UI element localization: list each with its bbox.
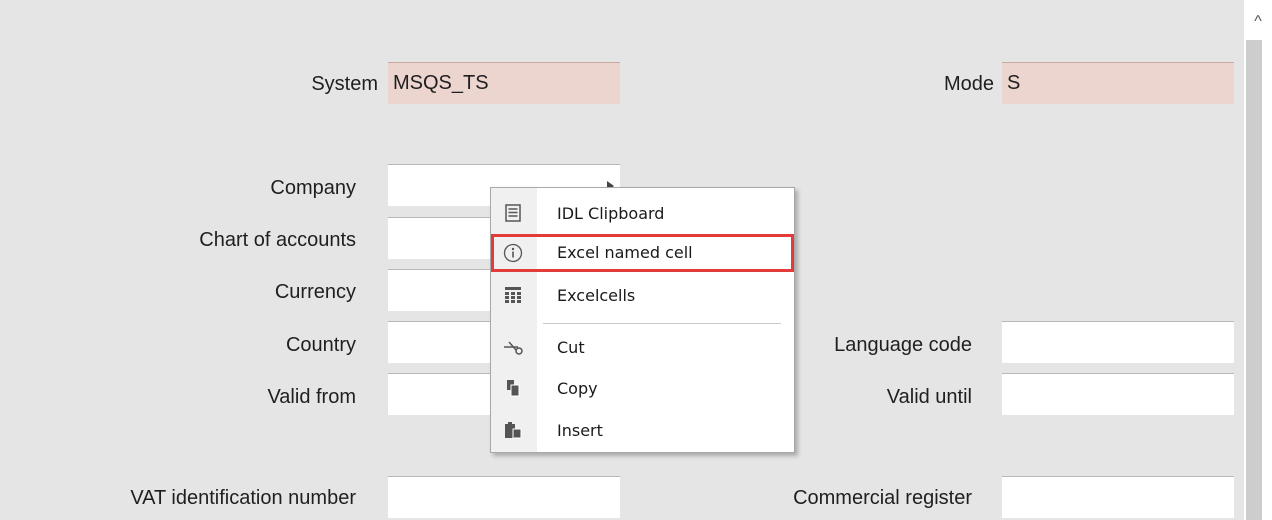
language-code-label: Language code (834, 334, 972, 356)
language-code-field[interactable] (1002, 321, 1234, 363)
menu-item-label: IDL Clipboard (557, 204, 665, 223)
menu-item-cut[interactable]: Cut (491, 329, 794, 367)
scroll-up-icon[interactable]: ^ (1244, 8, 1272, 36)
menu-item-excelcells[interactable]: Excelcells (491, 277, 794, 315)
valid-from-label: Valid from (267, 386, 356, 408)
vertical-scrollbar[interactable]: ^ (1244, 0, 1272, 520)
menu-separator (543, 323, 781, 324)
list-icon (503, 204, 523, 224)
chart-of-accounts-label: Chart of accounts (199, 229, 356, 251)
valid-until-label: Valid until (886, 386, 972, 408)
menu-item-idl-clipboard[interactable]: IDL Clipboard (491, 195, 794, 233)
company-label: Company (270, 177, 356, 199)
vat-id-label: VAT identification number (130, 487, 356, 509)
system-label: System (311, 73, 378, 95)
menu-item-label: Excelcells (557, 286, 636, 305)
menu-item-insert[interactable]: Insert (491, 412, 794, 450)
currency-label: Currency (274, 281, 356, 303)
menu-item-label: Cut (557, 338, 585, 357)
commercial-register-label: Commercial register (793, 487, 972, 509)
mode-label: Mode (943, 73, 994, 95)
context-menu: IDL Clipboard Excel named cell Excelcell… (490, 187, 795, 453)
vat-id-field[interactable] (388, 476, 620, 518)
menu-item-label: Copy (557, 379, 598, 398)
info-icon (503, 243, 523, 263)
country-label: Country (285, 334, 356, 356)
menu-item-excel-named-cell[interactable]: Excel named cell (491, 234, 794, 272)
menu-item-label: Insert (557, 421, 603, 440)
paste-icon (503, 421, 523, 441)
copy-icon (503, 379, 523, 399)
grid-icon (503, 286, 523, 306)
scissors-icon (503, 338, 523, 358)
mode-field: S (1002, 62, 1234, 104)
system-field: MSQS_TS (388, 62, 620, 104)
menu-item-label: Excel named cell (557, 243, 693, 262)
commercial-register-field[interactable] (1002, 476, 1234, 518)
scroll-thumb[interactable] (1246, 40, 1262, 520)
menu-item-copy[interactable]: Copy (491, 370, 794, 408)
valid-until-field[interactable] (1002, 373, 1234, 415)
